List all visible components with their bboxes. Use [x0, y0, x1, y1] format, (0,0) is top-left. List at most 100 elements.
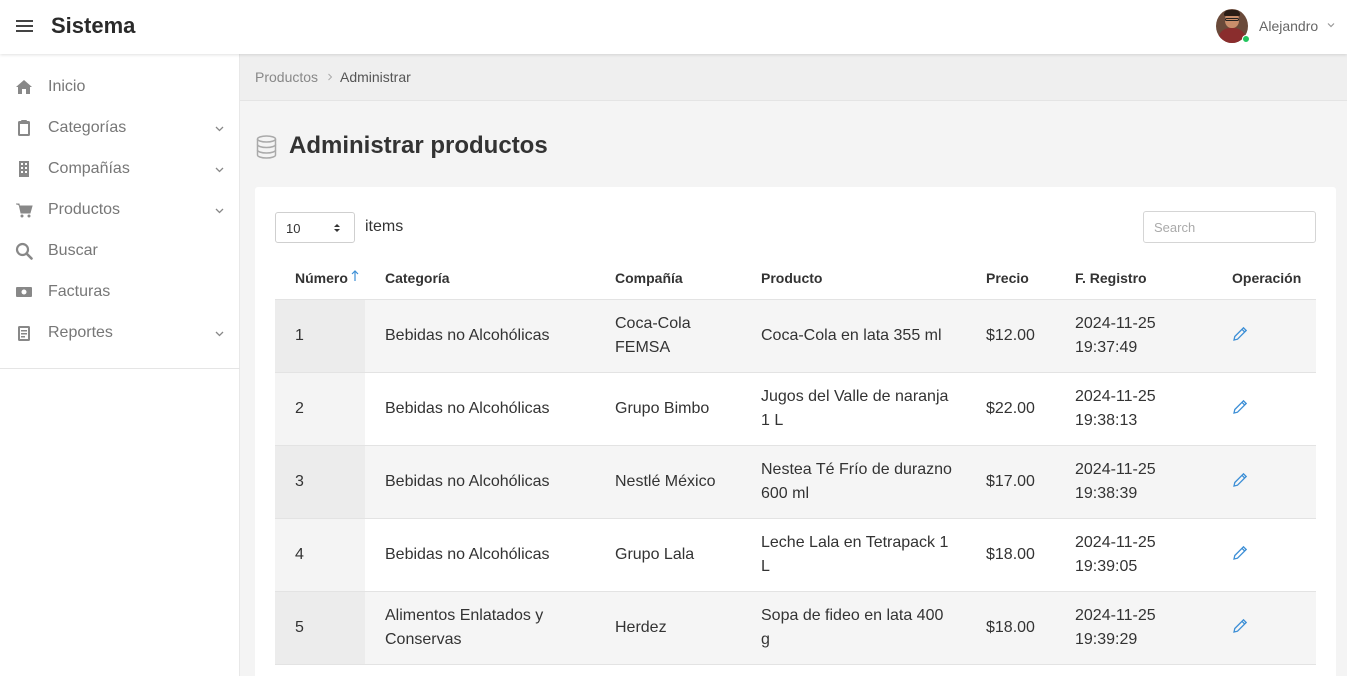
cell-categoria: Bebidas no Alcohólicas [385, 400, 550, 417]
clipboard-icon [18, 120, 30, 136]
edit-pencil-icon[interactable] [1231, 471, 1249, 489]
edit-pencil-icon[interactable] [1231, 544, 1249, 562]
sidebar-item-productos[interactable]: Productos [0, 190, 240, 231]
column-header-operacion: Operación [1232, 270, 1302, 286]
table-row: 5 Alimentos Enlatados y Conservas Herdez… [275, 592, 1316, 665]
sidebar-item-reportes[interactable]: Reportes [0, 313, 240, 354]
cell-categoria: Bebidas no Alcohólicas [385, 327, 550, 344]
table-row: 2 Bebidas no Alcohólicas Grupo Bimbo Jug… [275, 373, 1316, 446]
breadcrumb-link-productos[interactable]: Productos [255, 69, 318, 85]
cell-producto: Jugos del Valle de naranja 1 L [761, 388, 949, 429]
cell-compania: Grupo Bimbo [615, 400, 710, 417]
cell-numero: 5 [295, 619, 304, 636]
chevron-down-icon [215, 208, 224, 214]
edit-pencil-icon[interactable] [1231, 617, 1249, 635]
cart-icon [16, 203, 33, 218]
sidebar-menu: Inicio Categorías Compañías Productos Bu… [0, 67, 240, 354]
page-size-value: 10 [286, 221, 301, 236]
column-header-numero[interactable]: Número [295, 270, 348, 286]
column-header-registro[interactable]: F. Registro [1075, 270, 1147, 286]
cell-registro: 2024-11-25 19:38:39 [1075, 461, 1156, 502]
cell-registro: 2024-11-25 19:37:49 [1075, 315, 1156, 356]
cell-producto: Coca-Cola en lata 355 ml [761, 327, 942, 344]
sidebar-item-label: Facturas [48, 283, 111, 300]
sidebar-item-label: Productos [48, 201, 121, 218]
cell-producto: Nestea Té Frío de durazno 600 ml [761, 461, 952, 502]
user-name[interactable]: Alejandro [1259, 18, 1318, 34]
cell-numero: 4 [295, 546, 304, 563]
search-input[interactable] [1143, 211, 1316, 243]
cell-compania: Nestlé México [615, 473, 716, 490]
number-cell-bg [275, 446, 365, 518]
products-table: Número Categoría Compañía Producto Preci… [275, 257, 1316, 665]
cell-producto: Sopa de fideo en lata 400 g [761, 607, 944, 648]
column-header-categoria[interactable]: Categoría [385, 270, 450, 286]
sidebar-item-categorias[interactable]: Categorías [0, 108, 240, 149]
page-title: Administrar productos [289, 132, 548, 159]
cell-registro: 2024-11-25 19:39:05 [1075, 534, 1156, 575]
sidebar-divider [0, 368, 240, 369]
hamburger-menu-icon[interactable] [16, 20, 33, 34]
chevron-down-icon [215, 167, 224, 173]
cell-categoria: Bebidas no Alcohólicas [385, 546, 550, 563]
table-row: 1 Bebidas no Alcohólicas Coca-Cola FEMSA… [275, 300, 1316, 373]
app-title: Sistema [51, 13, 136, 38]
chevron-down-icon [215, 331, 224, 337]
cell-precio: $22.00 [986, 400, 1035, 417]
cell-categoria: Bebidas no Alcohólicas [385, 473, 550, 490]
select-arrows-icon [334, 224, 340, 232]
online-status-dot [1242, 35, 1250, 43]
cell-compania: Grupo Lala [615, 546, 695, 563]
cell-precio: $17.00 [986, 473, 1035, 490]
cell-numero: 2 [295, 400, 304, 417]
home-icon [16, 80, 32, 94]
number-cell-bg [275, 300, 365, 372]
number-cell-bg [275, 519, 365, 591]
top-bar: Sistema Alejandro [0, 0, 1347, 54]
database-icon [256, 135, 277, 159]
cell-precio: $18.00 [986, 619, 1035, 636]
sidebar-item-buscar[interactable]: Buscar [0, 231, 240, 272]
sidebar-item-inicio[interactable]: Inicio [0, 67, 240, 108]
cell-compania: Herdez [615, 619, 667, 636]
report-icon [18, 326, 30, 341]
chevron-down-icon[interactable] [1326, 20, 1336, 30]
column-header-producto[interactable]: Producto [761, 270, 822, 286]
cell-numero: 1 [295, 327, 304, 344]
sidebar: Inicio Categorías Compañías Productos Bu… [0, 54, 240, 676]
sidebar-item-label: Compañías [48, 160, 130, 177]
chevron-right-icon [328, 73, 333, 81]
sidebar-item-label: Inicio [48, 78, 86, 95]
building-icon [19, 161, 29, 177]
table-header: Número Categoría Compañía Producto Preci… [275, 257, 1316, 300]
edit-pencil-icon[interactable] [1231, 398, 1249, 416]
edit-pencil-icon[interactable] [1231, 325, 1249, 343]
cell-precio: $12.00 [986, 327, 1035, 344]
items-label: items [365, 218, 404, 235]
products-card: 10 items Número Categoría Compañía Produ… [255, 187, 1336, 676]
page-size-select[interactable]: 10 [275, 212, 355, 243]
search-icon [15, 242, 33, 260]
chevron-down-icon [215, 126, 224, 132]
sidebar-item-label: Categorías [48, 119, 127, 136]
sidebar-item-companias[interactable]: Compañías [0, 149, 240, 190]
sidebar-item-label: Reportes [48, 324, 113, 341]
column-header-compania[interactable]: Compañía [615, 270, 683, 286]
table-row: 3 Bebidas no Alcohólicas Nestlé México N… [275, 446, 1316, 519]
cell-numero: 3 [295, 473, 304, 490]
cell-precio: $18.00 [986, 546, 1035, 563]
breadcrumb: Productos Administrar [240, 54, 1347, 101]
sort-ascending-icon[interactable] [351, 270, 359, 283]
number-cell-bg [275, 373, 365, 445]
sidebar-item-facturas[interactable]: Facturas [0, 272, 240, 313]
sidebar-item-label: Buscar [48, 242, 98, 259]
cell-producto: Leche Lala en Tetrapack 1 L [761, 534, 949, 575]
breadcrumb-current: Administrar [340, 69, 411, 85]
column-header-precio[interactable]: Precio [986, 270, 1029, 286]
cell-registro: 2024-11-25 19:38:13 [1075, 388, 1156, 429]
money-icon [16, 287, 32, 297]
number-cell-bg [275, 592, 365, 664]
cell-categoria: Alimentos Enlatados y Conservas [385, 607, 544, 648]
table-row: 4 Bebidas no Alcohólicas Grupo Lala Lech… [275, 519, 1316, 592]
cell-registro: 2024-11-25 19:39:29 [1075, 607, 1156, 648]
